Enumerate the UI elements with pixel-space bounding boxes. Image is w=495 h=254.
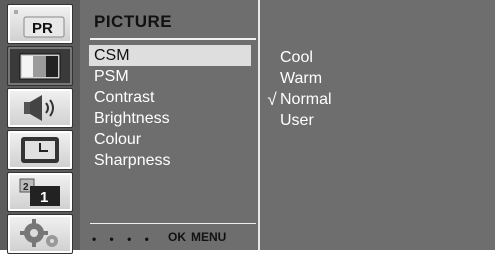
picture-icon xyxy=(19,53,61,80)
option-user[interactable]: User xyxy=(262,110,462,131)
special-tile[interactable] xyxy=(7,214,73,254)
csm-options-panel: Cool Warm √ Normal User xyxy=(262,0,495,250)
pip-icon: 2 1 xyxy=(19,178,60,206)
sound-tile[interactable] xyxy=(7,88,73,128)
option-normal[interactable]: √ Normal xyxy=(262,89,462,110)
picture-menu-panel: PICTURE CSM PSM Contrast Brightness Colo… xyxy=(84,0,256,250)
option-label: Warm xyxy=(280,70,323,87)
title-divider xyxy=(90,38,256,40)
pip-small-label: 2 xyxy=(23,182,29,193)
menu-item-colour[interactable]: Colour xyxy=(89,129,251,150)
option-label: Normal xyxy=(280,91,332,108)
pr-icon: PR xyxy=(14,10,65,38)
menu-item-sharpness[interactable]: Sharpness xyxy=(89,150,251,171)
option-label: User xyxy=(280,112,314,129)
clock-icon xyxy=(21,137,59,163)
tv-osd-screen: PR 2 1 PICTURE CSM PSM Contrast Brightne… xyxy=(0,0,495,254)
option-cool[interactable]: Cool xyxy=(262,47,462,68)
menu-item-csm[interactable]: CSM xyxy=(89,45,251,66)
speaker-icon xyxy=(24,95,54,121)
menu-hint: MENU xyxy=(191,230,227,244)
menu-item-brightness[interactable]: Brightness xyxy=(89,108,251,129)
menu-item-psm[interactable]: PSM xyxy=(89,66,251,87)
menu-item-contrast[interactable]: Contrast xyxy=(89,87,251,108)
panel-divider xyxy=(258,0,260,250)
time-tile[interactable] xyxy=(7,130,73,170)
picture-tile[interactable] xyxy=(7,46,73,86)
menu-icon-strip: PR 2 1 xyxy=(0,0,80,254)
footer-hint: OK MENU xyxy=(168,230,231,244)
check-mark-icon: √ xyxy=(267,90,277,109)
pr-icon-label: PR xyxy=(32,20,53,37)
gear-icon xyxy=(20,219,58,247)
menu-title: PICTURE xyxy=(94,12,173,31)
ok-hint: OK xyxy=(168,230,186,244)
navigation-dots: • • • • xyxy=(92,232,154,246)
footer-divider xyxy=(90,223,256,224)
option-warm[interactable]: Warm xyxy=(262,68,462,89)
pr-tile[interactable]: PR xyxy=(7,4,73,44)
pip-tile[interactable]: 2 1 xyxy=(7,172,73,212)
pip-big-label: 1 xyxy=(40,189,48,206)
option-label: Cool xyxy=(280,49,313,66)
